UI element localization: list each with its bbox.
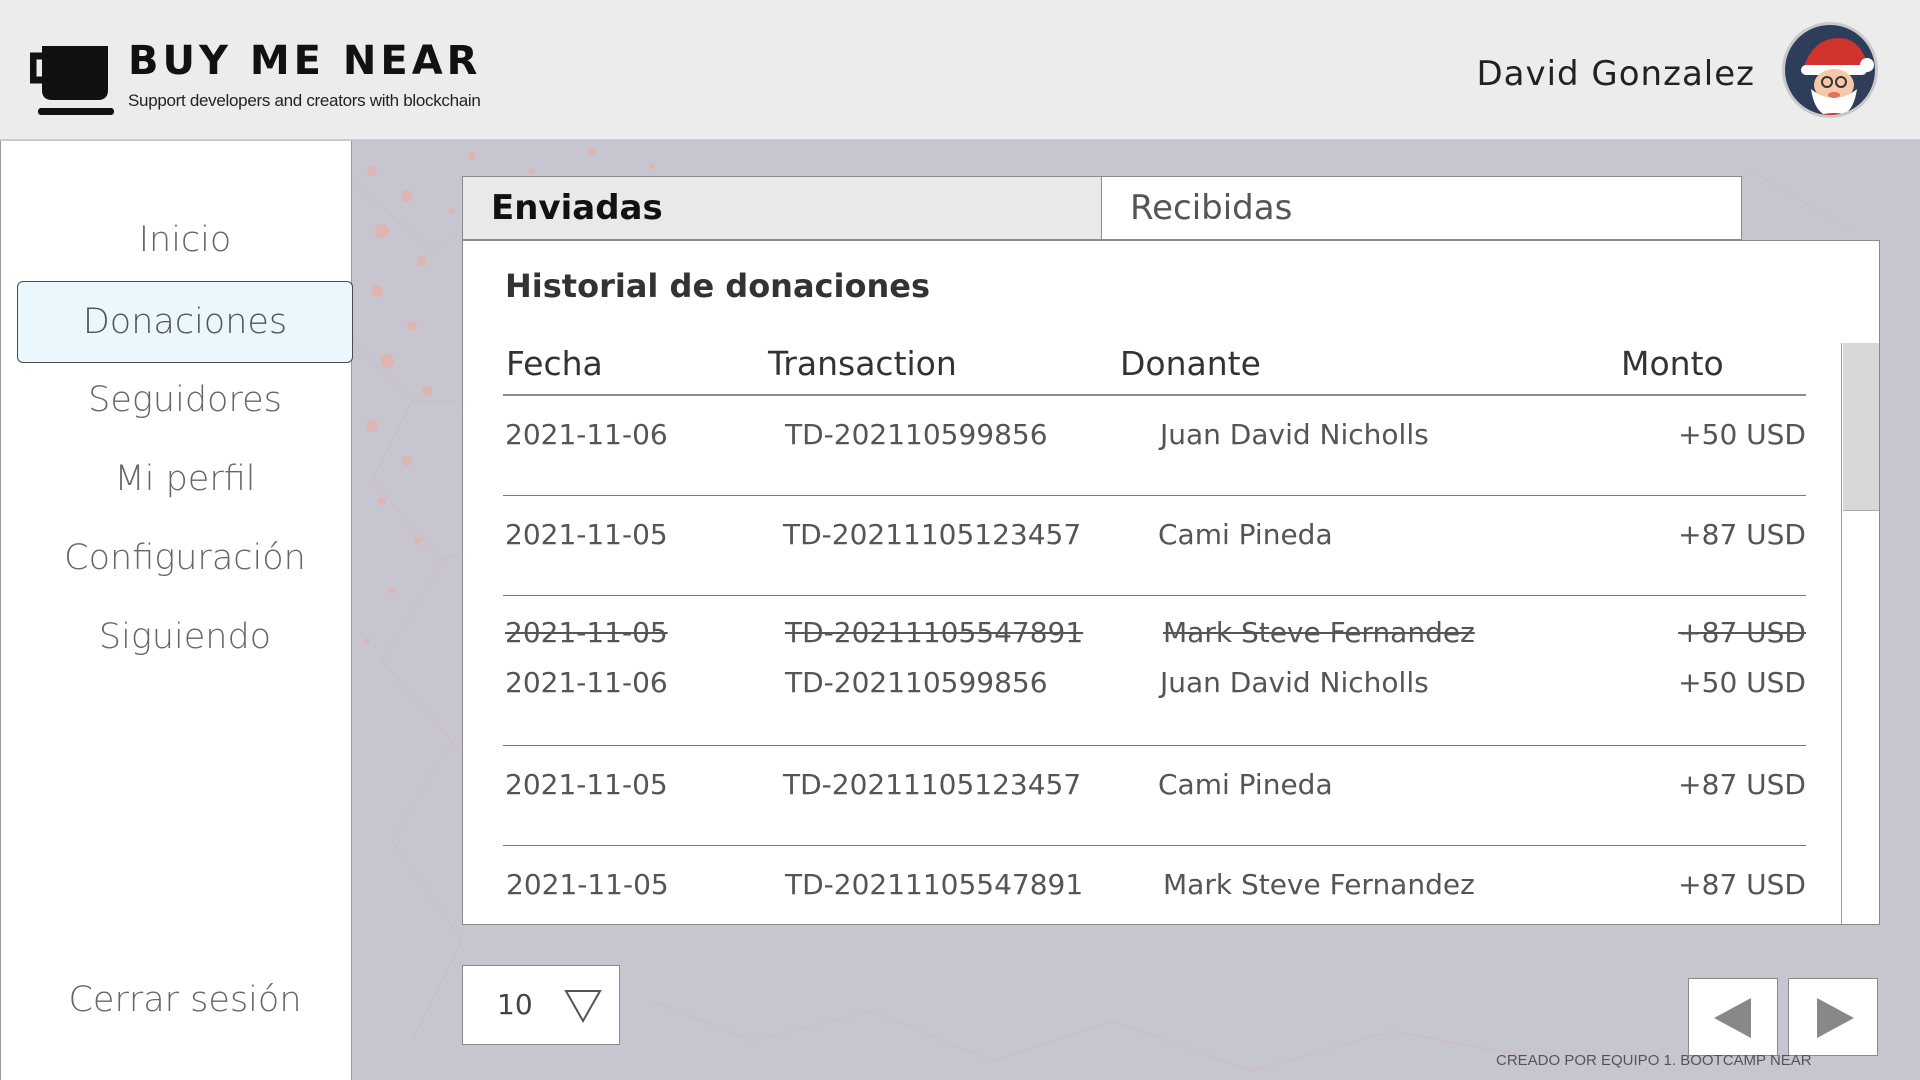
logout-button[interactable]: Cerrar sesión	[17, 959, 353, 1041]
table-row[interactable]: 2021-11-05 TD-20211105123457 Cami Pineda…	[503, 496, 1806, 596]
table-row[interactable]: 2021-11-05 TD-20211105547891 Mark Steve …	[503, 846, 1806, 924]
sidebar-item-siguiendo[interactable]: Siguiendo	[17, 596, 353, 678]
cell-transaction: TD-202110599856	[785, 418, 1048, 451]
sidebar-item-inicio[interactable]: Inicio	[17, 199, 353, 281]
cell-donante: Mark Steve Fernandez	[1163, 616, 1475, 649]
tab-enviadas[interactable]: Enviadas	[462, 176, 1102, 240]
column-header-monto: Monto	[1621, 344, 1724, 383]
santa-avatar[interactable]	[1782, 22, 1878, 118]
tab-recibidas[interactable]: Recibidas	[1101, 176, 1742, 240]
cell-transaction: TD-20211105123457	[783, 518, 1082, 551]
cell-donante: Juan David Nicholls	[1160, 666, 1429, 699]
sidebar-item-seguidores[interactable]: Seguidores	[17, 359, 353, 441]
scrollbar-thumb[interactable]	[1843, 343, 1879, 511]
table-row[interactable]: 2021-11-05 TD-20211105547891 Mark Steve …	[503, 596, 1806, 649]
cell-donante: Juan David Nicholls	[1160, 418, 1429, 451]
sidebar: Inicio Donaciones Seguidores Mi perfil C…	[0, 141, 353, 1080]
brand-title: BUY ME NEAR	[128, 38, 482, 84]
panel-title: Historial de donaciones	[505, 267, 930, 305]
sidebar-item-donaciones[interactable]: Donaciones	[17, 281, 353, 363]
donation-history-panel: Historial de donaciones Fecha Transactio…	[462, 240, 1880, 925]
cell-monto: +87 USD	[1678, 518, 1806, 551]
column-header-donante: Donante	[1120, 344, 1261, 383]
sidebar-item-mi-perfil[interactable]: Mi perfil	[17, 438, 353, 520]
table-row[interactable]: 2021-11-06 TD-202110599856 Juan David Ni…	[503, 396, 1806, 496]
app-header: BUY ME NEAR Support developers and creat…	[0, 0, 1920, 140]
cell-monto: +50 USD	[1678, 418, 1806, 451]
cell-fecha: 2021-11-06	[505, 666, 668, 699]
triangle-right-icon	[1817, 998, 1854, 1038]
page-size-value: 10	[497, 988, 533, 1021]
cell-monto: +50 USD	[1678, 666, 1806, 699]
cell-donante: Mark Steve Fernandez	[1163, 868, 1475, 901]
brand-subtitle: Support developers and creators with blo…	[128, 91, 481, 110]
footer-credit: CREADO POR EQUIPO 1. BOOTCAMP NEAR	[1496, 1052, 1812, 1069]
cell-donante: Cami Pineda	[1158, 518, 1333, 551]
previous-page-button[interactable]	[1688, 978, 1778, 1056]
cell-donante: Cami Pineda	[1158, 768, 1333, 801]
cell-monto: +87 USD	[1678, 868, 1806, 901]
cell-transaction: TD-20211105547891	[785, 868, 1084, 901]
cell-monto: +87 USD	[1678, 768, 1806, 801]
column-header-transaction: Transaction	[768, 344, 957, 383]
user-name[interactable]: David Gonzalez	[1476, 54, 1755, 94]
triangle-down-icon	[564, 990, 602, 1024]
sidebar-item-configuracion[interactable]: Configuración	[17, 517, 353, 599]
cell-monto: +87 USD	[1678, 616, 1806, 649]
coffee-cup-icon[interactable]	[30, 38, 115, 118]
page-size-select[interactable]: 10	[462, 965, 620, 1045]
cell-fecha: 2021-11-05	[506, 868, 669, 901]
cell-fecha: 2021-11-06	[505, 418, 668, 451]
cell-fecha: 2021-11-05	[505, 518, 668, 551]
next-page-button[interactable]	[1788, 978, 1878, 1056]
cell-transaction: TD-202110599856	[785, 666, 1048, 699]
table-row[interactable]: 2021-11-06 TD-202110599856 Juan David Ni…	[503, 646, 1806, 746]
cell-transaction: TD-20211105547891	[785, 616, 1084, 649]
cell-transaction: TD-20211105123457	[783, 768, 1082, 801]
triangle-left-icon	[1714, 998, 1751, 1038]
column-header-fecha: Fecha	[506, 344, 603, 383]
cell-fecha: 2021-11-05	[505, 616, 668, 649]
table-row[interactable]: 2021-11-05 TD-20211105123457 Cami Pineda…	[503, 746, 1806, 846]
cell-fecha: 2021-11-05	[505, 768, 668, 801]
